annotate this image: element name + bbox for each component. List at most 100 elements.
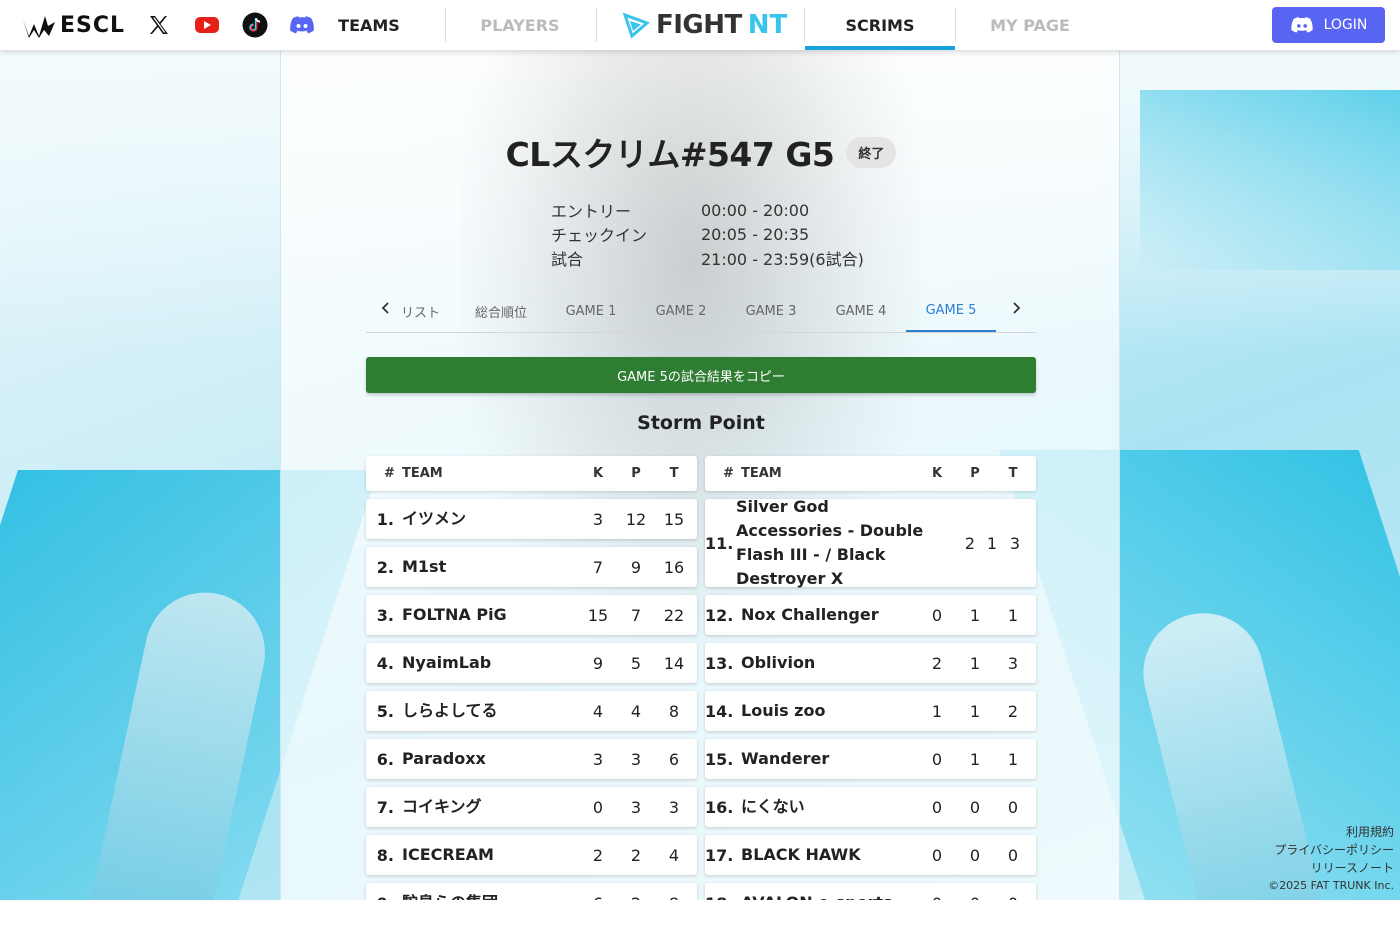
- row-kills: 0: [931, 845, 943, 865]
- tab-overall-ranking[interactable]: 総合順位: [456, 290, 546, 332]
- table-row[interactable]: 7. コイキング 0 3 3: [366, 787, 697, 827]
- row-team-name: Wanderer: [741, 749, 830, 768]
- privacy-link[interactable]: プライバシーポリシー: [1268, 841, 1394, 859]
- header-placement: P: [631, 466, 641, 481]
- table-row[interactable]: 4. NyaimLab 9 5 14: [366, 643, 697, 683]
- row-kills: 0: [592, 797, 604, 817]
- chevron-right-icon: [1013, 302, 1021, 314]
- table-row[interactable]: 6. Paradoxx 3 3 6: [366, 739, 697, 779]
- fight-nt-logo[interactable]: FIGHT NT: [622, 8, 787, 42]
- row-placement-points: 5: [630, 653, 642, 673]
- table-row[interactable]: 18.AVALON e-sports000: [705, 883, 1036, 900]
- row-total-points: 4: [668, 845, 680, 865]
- row-team-name: Oblivion: [741, 653, 816, 672]
- tab-game-3[interactable]: GAME 3: [726, 290, 816, 332]
- row-team-name: イツメン: [402, 509, 467, 528]
- row-placement-points: 0: [969, 797, 981, 817]
- row-team-name: Louis zoo: [741, 701, 826, 720]
- tiktok-link[interactable]: [241, 11, 269, 39]
- table-row[interactable]: 17. BLACK HAWK 0 0 0: [705, 835, 1036, 875]
- row-team-name: コイキング: [402, 797, 482, 816]
- tabs-scroll-left-button[interactable]: [376, 298, 396, 318]
- row-kills: 2: [592, 845, 604, 865]
- row-rank: 12.: [705, 605, 734, 625]
- table-header: # TEAM K P T: [705, 456, 1036, 491]
- scrim-detail-panel: CLスクリム#547 G5 終了 エントリー 00:00 - 20:00 チェッ…: [280, 50, 1120, 900]
- row-placement-points: 4: [630, 701, 642, 721]
- table-row[interactable]: 9.駝鳥らの集団628: [366, 883, 697, 900]
- table-row[interactable]: 8. ICECREAM 2 2 4: [366, 835, 697, 875]
- table-row[interactable]: 14. Louis zoo 1 1 2: [705, 691, 1036, 731]
- schedule-value: 21:00 - 23:59(6試合): [701, 250, 864, 269]
- schedule-label: エントリー: [551, 202, 632, 221]
- game-tabs: リスト 総合順位 GAME 1 GAME 2 GAME 3 GAME 4 GAM…: [366, 290, 1036, 333]
- nt-logo-text: NT: [747, 10, 788, 40]
- row-kills: 2: [964, 533, 976, 553]
- release-notes-link[interactable]: リリースノート: [1268, 859, 1394, 877]
- row-rank: 13.: [705, 653, 734, 673]
- table-row[interactable]: 5. しらよしてる 4 4 8: [366, 691, 697, 731]
- schedule: エントリー 00:00 - 20:00 チェックイン 20:05 - 20:35…: [551, 198, 864, 270]
- tab-game-2[interactable]: GAME 2: [636, 290, 726, 332]
- nav-my-page[interactable]: MY PAGE: [955, 0, 1105, 50]
- row-placement-points: 7: [630, 605, 642, 625]
- copyright: ©2025 FAT TRUNK Inc.: [1268, 879, 1394, 892]
- chevron-left-icon: [381, 302, 389, 314]
- youtube-icon: [195, 17, 219, 33]
- row-placement-points: 3: [630, 797, 642, 817]
- table-row[interactable]: 12. Nox Challenger 0 1 1: [705, 595, 1036, 635]
- row-kills: 3: [592, 509, 604, 529]
- table-row[interactable]: 13. Oblivion 2 1 3: [705, 643, 1036, 683]
- row-placement-points: 1: [969, 653, 981, 673]
- table-row[interactable]: 16. にくない 0 0 0: [705, 787, 1036, 827]
- tab-game-5[interactable]: GAME 5: [906, 290, 996, 332]
- x-icon: [150, 16, 168, 34]
- nav-teams[interactable]: TEAMS: [294, 0, 444, 50]
- tabs-scroll-right-button[interactable]: [1006, 298, 1026, 318]
- row-rank: 4.: [376, 653, 394, 673]
- youtube-link[interactable]: [193, 11, 221, 39]
- table-row[interactable]: 2. M1st 7 9 16: [366, 547, 697, 587]
- row-rank: 7.: [376, 797, 394, 817]
- row-team-name: M1st: [402, 557, 447, 576]
- row-placement-points: 2: [630, 845, 642, 865]
- row-team-name: NyaimLab: [402, 653, 492, 672]
- table-row[interactable]: 11. Silver God Accessories - Double Flash…: [705, 497, 1036, 588]
- row-rank: 8.: [376, 845, 394, 865]
- results-table-right: # TEAM K P T 11. Silver God Accessories -…: [705, 456, 1036, 900]
- escl-logo[interactable]: ESCL: [22, 10, 125, 40]
- table-row[interactable]: 3. FOLTNA PiG 15 7 22: [366, 595, 697, 635]
- tab-game-1[interactable]: GAME 1: [546, 290, 636, 332]
- login-button[interactable]: LOGIN: [1272, 7, 1385, 43]
- nav-scrims[interactable]: SCRIMS: [805, 0, 955, 50]
- table-row[interactable]: 15. Wanderer 0 1 1: [705, 739, 1036, 779]
- row-rank: 17.: [705, 845, 734, 865]
- row-rank: 3.: [376, 605, 394, 625]
- row-team-name: BLACK HAWK: [741, 845, 861, 864]
- tab-game-4[interactable]: GAME 4: [816, 290, 906, 332]
- row-total-points: 3: [1009, 533, 1021, 553]
- tab-list[interactable]: リスト: [400, 290, 440, 332]
- row-placement-points: 3: [630, 749, 642, 769]
- row-total-points: 14: [663, 653, 685, 673]
- row-total-points: 1: [1007, 605, 1019, 625]
- nav-active-indicator: [805, 46, 955, 50]
- x-link[interactable]: [145, 11, 173, 39]
- fight-logo-text: FIGHT: [656, 10, 742, 40]
- copy-results-button[interactable]: GAME 5の試合結果をコピー: [366, 357, 1036, 393]
- row-rank: 5.: [376, 701, 394, 721]
- row-kills: 4: [592, 701, 604, 721]
- tiktok-icon: [242, 12, 268, 38]
- terms-link[interactable]: 利用規約: [1268, 823, 1394, 841]
- schedule-row-checkin: チェックイン 20:05 - 20:35: [551, 222, 864, 246]
- row-total-points: 3: [668, 797, 680, 817]
- row-kills: 7: [592, 557, 604, 577]
- nav-players[interactable]: PLAYERS: [445, 0, 595, 50]
- schedule-value: 00:00 - 20:00: [701, 200, 810, 220]
- table-row[interactable]: 1. イツメン 3 12 15: [366, 499, 697, 539]
- row-team-name: FOLTNA PiG: [402, 605, 507, 624]
- row-kills: 0: [931, 605, 943, 625]
- top-navbar: ESCL TEAMS PLAYERS FIGHT NT SCRIMS MY PA…: [0, 0, 1400, 50]
- schedule-label: 試合: [551, 250, 584, 269]
- page-title: CLスクリム#547 G5: [505, 135, 835, 174]
